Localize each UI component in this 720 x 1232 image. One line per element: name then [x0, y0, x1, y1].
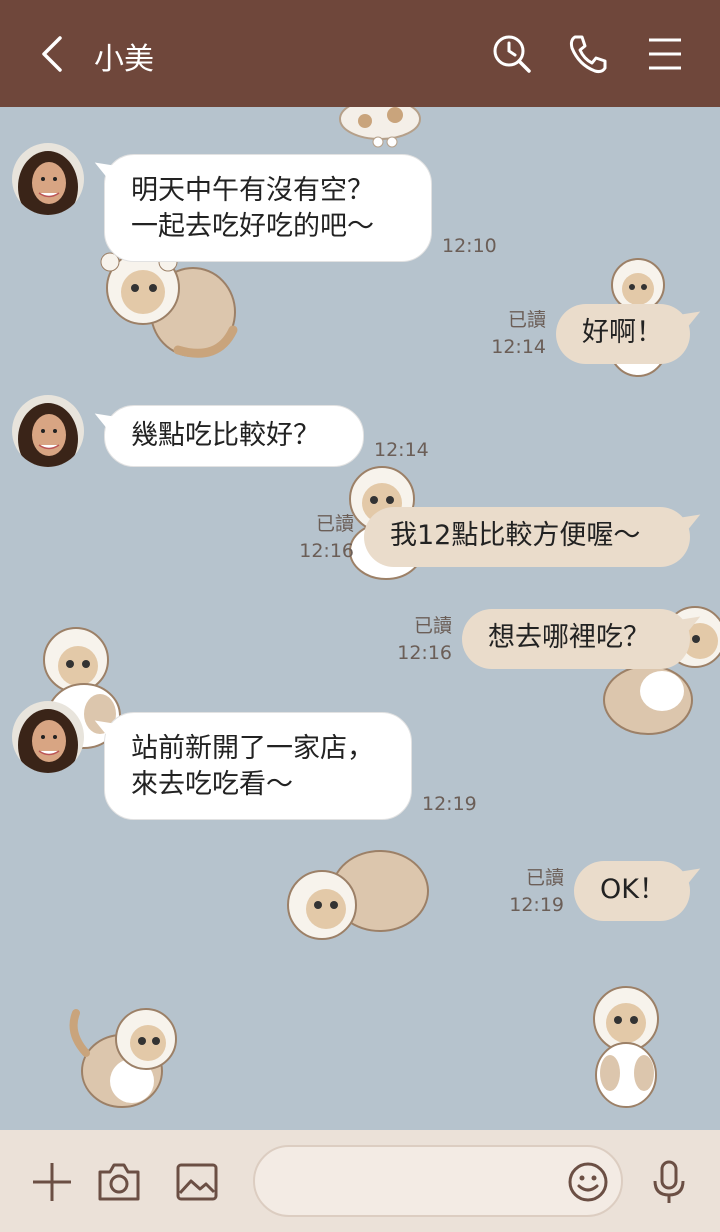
- read-receipt: 已讀: [507, 309, 546, 331]
- message-time: 12:19: [509, 894, 564, 916]
- message-text: 來去吃吃看～: [131, 769, 293, 800]
- message-text: 我12點比較方便喔～: [390, 520, 641, 551]
- message-time: 12:14: [374, 439, 429, 461]
- message-meta: 已讀 12:16: [290, 511, 354, 565]
- contact-name: 小美: [94, 42, 154, 77]
- read-receipt: 已讀: [525, 867, 564, 889]
- message-time: 12:10: [442, 235, 497, 257]
- avatar[interactable]: [12, 395, 84, 467]
- message-text: 好啊！: [582, 317, 663, 348]
- message-meta: 已讀 12:14: [480, 307, 546, 361]
- cat-wallpaper-icon: [100, 251, 238, 358]
- chevron-left-icon[interactable]: [34, 32, 74, 76]
- message-time: 12:19: [422, 793, 477, 815]
- message-bubble-outgoing[interactable]: 我12點比較方便喔～: [364, 507, 690, 567]
- avatar[interactable]: [12, 701, 84, 773]
- message-time: 12:16: [397, 642, 452, 664]
- message-meta: 已讀 12:16: [386, 613, 452, 667]
- read-receipt: 已讀: [315, 513, 354, 535]
- message-bubble-incoming[interactable]: 幾點吃比較好？: [104, 405, 364, 467]
- cat-wallpaper-icon: [287, 850, 429, 940]
- message-bubble-incoming[interactable]: 站前新開了一家店， 來去吃吃看～: [104, 712, 412, 820]
- message-text: OK！: [600, 874, 666, 905]
- cat-wallpaper-icon: [593, 986, 659, 1108]
- message-text: 明天中午有沒有空？: [131, 175, 374, 206]
- message-bubble-outgoing[interactable]: 想去哪裡吃？: [462, 609, 690, 669]
- message-text: 站前新開了一家店，: [131, 733, 374, 764]
- microphone-icon[interactable]: [646, 1159, 692, 1205]
- camera-icon[interactable]: [96, 1159, 142, 1205]
- message-input-box[interactable]: [253, 1145, 623, 1217]
- composer-bar: [0, 1130, 720, 1232]
- plus-icon[interactable]: [29, 1159, 75, 1205]
- cat-wallpaper-icon: [69, 1008, 177, 1108]
- message-bubble-outgoing[interactable]: OK！: [574, 861, 690, 921]
- message-text: 幾點吃比較好？: [131, 420, 320, 451]
- hamburger-menu-icon[interactable]: [646, 32, 686, 76]
- search-clock-icon[interactable]: [492, 32, 532, 76]
- message-meta: 已讀 12:19: [498, 865, 564, 919]
- message-input[interactable]: [279, 1161, 563, 1203]
- message-time: 12:14: [491, 336, 546, 358]
- message-time: 12:16: [299, 540, 354, 562]
- avatar[interactable]: [12, 143, 84, 215]
- cat-wallpaper-icon: [339, 107, 421, 148]
- smiley-icon[interactable]: [567, 1161, 609, 1203]
- chat-header: 小美: [0, 0, 720, 107]
- chat-area[interactable]: 明天中午有沒有空？ 一起去吃好吃的吧～ 12:10 已讀 12:14 好啊！ 幾…: [0, 107, 720, 1130]
- image-icon[interactable]: [174, 1159, 220, 1205]
- message-bubble-incoming[interactable]: 明天中午有沒有空？ 一起去吃好吃的吧～: [104, 154, 432, 262]
- message-text: 一起去吃好吃的吧～: [131, 211, 374, 242]
- message-text: 想去哪裡吃？: [488, 622, 650, 653]
- phone-icon[interactable]: [567, 32, 607, 76]
- message-bubble-outgoing[interactable]: 好啊！: [556, 304, 690, 364]
- read-receipt: 已讀: [413, 615, 452, 637]
